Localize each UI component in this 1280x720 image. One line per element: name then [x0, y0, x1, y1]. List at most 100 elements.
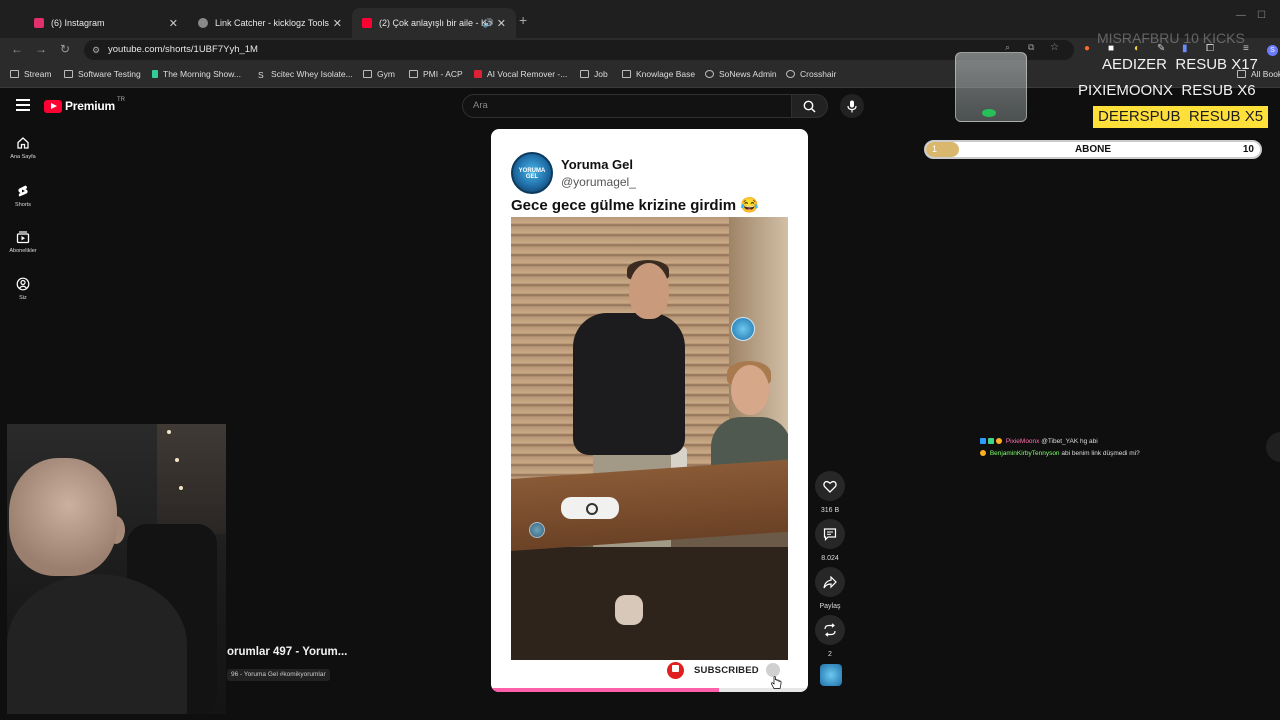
bookmark-item[interactable]: SoNews Admin	[705, 69, 777, 79]
bookmark-item[interactable]: Job	[580, 69, 608, 79]
guide-item-subscriptions[interactable]: Abonelikler	[0, 230, 46, 254]
channel-avatar[interactable]: YORUMA GEL	[511, 152, 553, 194]
folder-icon	[64, 70, 73, 78]
search-input[interactable]: Ara	[462, 94, 792, 118]
bookmark-label: Software Testing	[78, 69, 141, 79]
avatar-text: YORUMA GEL	[518, 168, 546, 180]
install-icon[interactable]: ⧉	[1028, 42, 1034, 53]
close-icon[interactable]: ✕	[333, 17, 342, 30]
video-person	[731, 365, 769, 415]
notification-bell-icon[interactable]	[766, 663, 780, 677]
badge-icon	[980, 450, 986, 457]
hand-cursor-icon	[771, 676, 782, 689]
home-icon	[17, 137, 29, 149]
resub-entry: AEDIZER RESUB X17	[1102, 56, 1258, 73]
youtube-logo[interactable]: Premium TR	[44, 97, 125, 113]
subscribe-button[interactable]: SUBSCRIBED	[667, 662, 759, 679]
extension-icon[interactable]: ●	[1084, 43, 1090, 54]
browser-tab-strip: (6) Instagram ✕ Link Catcher - kicklogz …	[0, 0, 1280, 38]
remix-count: 2	[828, 651, 832, 658]
site-info-icon[interactable]: ⚙	[92, 40, 100, 60]
reload-icon[interactable]: ↻	[60, 42, 70, 56]
resub-entry: PIXIEMOONX RESUB X6	[1078, 82, 1256, 99]
tab-youtube[interactable]: (2) Çok anlayışlı bir aile - Ko 🔊 ✕	[352, 8, 516, 38]
like-button[interactable]: 316 B	[815, 471, 845, 514]
chat-text: abi benim link düşmedi mi?	[1061, 450, 1140, 457]
next-video-button[interactable]	[1266, 432, 1280, 462]
guide-item-shorts[interactable]: Shorts	[0, 184, 46, 208]
guide-label: Ana Sayfa	[10, 154, 36, 160]
globe-icon	[198, 18, 208, 28]
chat-username[interactable]: BenjaminKirbyTennyson	[990, 450, 1060, 457]
youtube-play-icon	[44, 99, 62, 113]
bookmark-label: The Morning Show...	[163, 69, 241, 79]
profile-icon[interactable]: S	[1267, 45, 1278, 56]
close-icon[interactable]: ✕	[169, 17, 178, 30]
url-text: youtube.com/shorts/1UBF7Yyh_1M	[108, 44, 258, 55]
resub-count: RESUB X6	[1181, 82, 1256, 99]
bookmark-label: PMI - ACP	[423, 69, 463, 79]
playback-progress-bar[interactable]	[491, 688, 808, 692]
bookmark-item[interactable]: Software Testing	[64, 69, 141, 79]
bookmark-item[interactable]: Stream	[10, 69, 51, 79]
video-title[interactable]: orumlar 497 - Yorum...	[227, 646, 347, 658]
resub-name: DEERSPUB	[1098, 108, 1181, 125]
window-controls[interactable]: — ☐	[1236, 10, 1266, 21]
like-count: 316 B	[820, 507, 840, 514]
bookmark-item[interactable]: Knowlage Base	[622, 69, 695, 79]
badge-icon	[980, 438, 986, 445]
video-device	[561, 497, 619, 519]
webcam-overlay	[7, 424, 226, 714]
guide-item-you[interactable]: Siz	[0, 277, 46, 301]
new-tab-button[interactable]: +	[519, 12, 527, 28]
bookmark-icon: S	[258, 70, 264, 80]
tab-instagram[interactable]: (6) Instagram ✕	[24, 8, 188, 38]
shorts-player[interactable]: YORUMA GEL Yoruma Gel @yorumagel_ Gece g…	[491, 129, 808, 692]
chat-username[interactable]: PixieMoonx	[1006, 438, 1040, 445]
channel-thumbnail[interactable]	[820, 664, 842, 686]
bookmark-item[interactable]: PMI - ACP	[409, 69, 463, 79]
search-button[interactable]	[792, 94, 828, 118]
globe-icon	[786, 70, 795, 78]
close-icon[interactable]: ✕	[497, 17, 506, 30]
url-field[interactable]: ⚙ youtube.com/shorts/1UBF7Yyh_1M	[84, 40, 1074, 60]
guide-item-home[interactable]: Ana Sayfa	[0, 136, 46, 160]
folder-icon	[10, 70, 19, 78]
remix-button[interactable]: 2	[815, 615, 845, 658]
webcam-person	[9, 458, 117, 576]
bookmark-item[interactable]: Crosshair	[786, 69, 836, 79]
video-frame[interactable]	[511, 217, 788, 660]
bookmark-item[interactable]: AI Vocal Remover -...	[474, 69, 567, 79]
resub-name: PIXIEMOONX	[1078, 82, 1174, 99]
region-label: TR	[116, 97, 125, 103]
remix-icon	[824, 623, 836, 637]
voice-search-button[interactable]	[840, 94, 864, 118]
back-icon[interactable]: ←	[11, 42, 23, 56]
goal-label: ABONE	[1074, 144, 1112, 155]
bookmark-item[interactable]: S Scitec Whey Isolate...	[258, 69, 353, 80]
channel-handle[interactable]: @yorumagel_	[561, 175, 636, 189]
bookmark-item[interactable]: The Morning Show...	[152, 69, 241, 79]
heart-icon	[823, 480, 837, 493]
bookmark-item[interactable]: Gym	[363, 69, 395, 79]
forward-icon[interactable]: →	[35, 42, 47, 56]
speaker-icon[interactable]: 🔊	[483, 18, 494, 29]
tab-link-catcher[interactable]: Link Catcher - kicklogz Tools ✕	[188, 8, 352, 38]
star-icon[interactable]: ☆	[1050, 42, 1059, 53]
shorts-icon	[18, 185, 28, 197]
comment-count: 8.024	[821, 555, 839, 562]
comments-button[interactable]: 8.024	[815, 519, 845, 562]
bookmark-label: AI Vocal Remover -...	[487, 69, 568, 79]
tab-title: Link Catcher - kicklogz Tools	[215, 18, 329, 28]
tab-title: (2) Çok anlayışlı bir aile - Ko	[379, 18, 493, 28]
subscriptions-icon	[16, 231, 30, 244]
channel-name[interactable]: Yoruma Gel	[561, 157, 633, 172]
kicks-alert: MISRAFBRU 10 KICKS	[1097, 30, 1245, 46]
resub-count: RESUB X5	[1188, 108, 1264, 125]
share-button[interactable]: Paylaş	[815, 567, 845, 610]
hamburger-menu-icon[interactable]	[16, 99, 30, 111]
youtube-icon	[362, 18, 372, 28]
account-icon	[16, 277, 30, 291]
chat-message: PixieMoonx @Tibet_YAK hg abi	[980, 438, 1098, 445]
brand-label: Premium	[65, 99, 115, 113]
